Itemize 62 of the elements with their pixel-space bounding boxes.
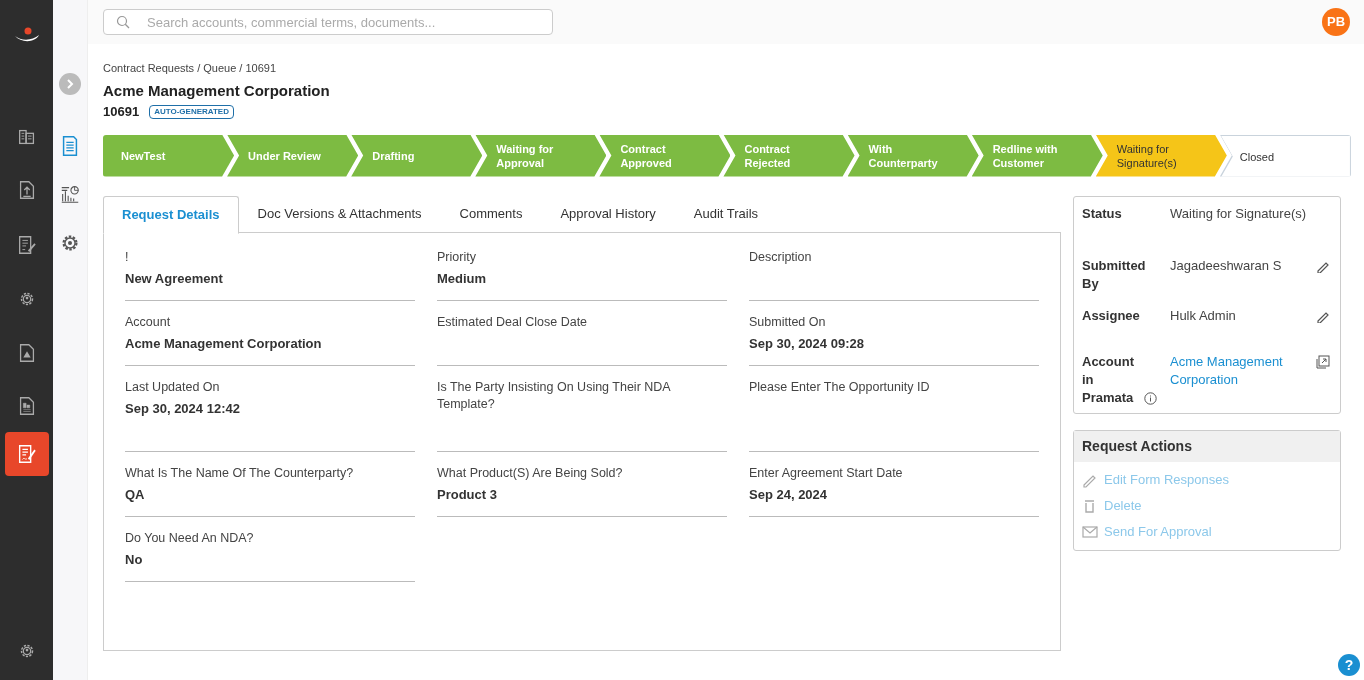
field-label: Submitted On [749, 313, 827, 331]
field-label: Description [749, 248, 813, 266]
action-link[interactable]: Delete [1082, 495, 1332, 516]
field-value: No [125, 550, 144, 568]
help-button[interactable]: ? [1338, 654, 1360, 676]
stage-step: Contract Approved [599, 134, 731, 177]
field-label: Assignee [1082, 306, 1141, 325]
field-label: Estimated Deal Close Date [437, 313, 589, 331]
field-label: Account in Pramata [1082, 352, 1135, 407]
card-header: Request Actions [1074, 430, 1340, 462]
field-label: Enter Agreement Start Date [749, 464, 904, 482]
field-label: ! [125, 248, 130, 266]
field-value: Product 3 [437, 485, 498, 503]
field-label: What Is The Name Of The Counterparty? [125, 464, 355, 482]
stage-step: Contract Rejected [723, 134, 855, 177]
stage-step: Waiting for Approval [475, 134, 607, 177]
field-label: Status [1082, 204, 1123, 223]
action-link[interactable]: Send For Approval [1082, 521, 1332, 542]
field-value: Sep 30, 2024 12:42 [125, 399, 241, 417]
field-label: Please Enter The Opportunity ID [749, 378, 931, 396]
field-label: Submitted By [1082, 256, 1147, 293]
field-label: Priority [437, 248, 477, 266]
breadcrumb: Contract Requests / Queue / 10691 [103, 61, 278, 76]
open-external-icon[interactable] [1316, 354, 1330, 369]
page-title: Acme Management Corporation [103, 81, 331, 101]
field-value: Sep 24, 2024 [749, 485, 829, 503]
info-icon[interactable] [1144, 391, 1157, 405]
field-value: Sep 30, 2024 09:28 [749, 334, 865, 352]
nav-item[interactable] [4, 432, 49, 476]
stage-step: Redline with Customer [971, 134, 1103, 177]
action-link[interactable]: Edit Form Responses [1082, 469, 1332, 490]
bar-chart-icon[interactable] [59, 183, 81, 205]
tab[interactable]: Request Details [103, 195, 239, 234]
request-id: 10691 [103, 103, 140, 121]
search-field[interactable]: Search accounts, commercial terms, documents... [103, 9, 553, 35]
field-value: Jagadeeshwaran S [1170, 256, 1283, 275]
tab[interactable]: Comments [440, 195, 542, 233]
stage-step: Waiting for Signature(s) [1095, 134, 1227, 177]
field-label: What Product(S) Are Being Sold? [437, 464, 624, 482]
field-label: Is The Party Insisting On Using Their NDA Template? [437, 378, 672, 413]
tab[interactable]: Doc Versions & Attachments [238, 195, 441, 233]
account-link[interactable]: Acme Management Corporation [1170, 352, 1316, 389]
field-label: Last Updated On [125, 378, 221, 396]
field-value: Hulk Admin [1170, 306, 1237, 325]
auto-generated-badge: AUTO-GENERATED [149, 104, 234, 119]
stage-step: NewTest [103, 134, 235, 177]
field-value: Waiting for Signature(s) [1170, 204, 1308, 223]
tab[interactable]: Audit Trails [674, 195, 778, 233]
tab[interactable]: Approval History [541, 195, 675, 233]
stage-step: With Counterparty [847, 134, 979, 177]
search-icon [116, 15, 130, 29]
mail-icon [1082, 523, 1098, 540]
field-value: Medium [437, 269, 488, 287]
field-value: Acme Management Corporation [125, 334, 323, 352]
field-label: Account [125, 313, 172, 331]
field-label: Do You Need An NDA? [125, 529, 255, 547]
field-value: QA [125, 485, 146, 503]
stage-step: Drafting [351, 134, 483, 177]
user-avatar[interactable]: PB [1322, 8, 1350, 36]
stage-step: Under Review [227, 134, 359, 177]
field-value: New Agreement [125, 269, 224, 287]
chevron-right-icon [66, 79, 74, 89]
